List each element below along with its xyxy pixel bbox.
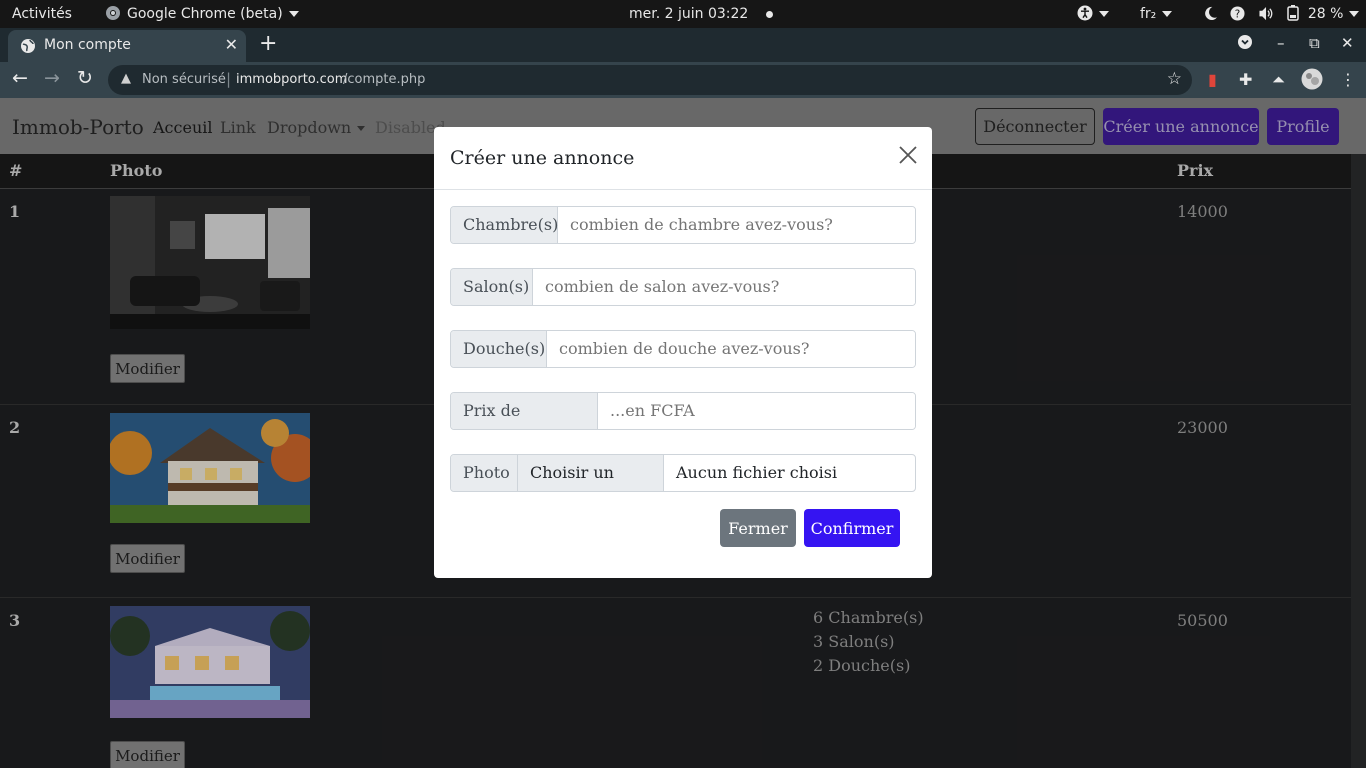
chevron-down-icon <box>1099 11 1109 17</box>
tab-search-icon[interactable] <box>1237 34 1253 54</box>
tab-mon-compte[interactable]: Mon compte ✕ <box>8 30 246 62</box>
tab-strip: Mon compte ✕ <box>0 28 1366 62</box>
close-icon[interactable] <box>898 145 918 165</box>
keyboard-layout-menu[interactable]: fr₂ <box>1140 0 1173 28</box>
chevron-down-icon <box>288 11 299 17</box>
rent-price-input-group: Prix de location : <box>450 392 916 430</box>
living-rooms-label: Salon(s) <box>451 269 533 305</box>
photo-input-group: Photo Choisir un fichier Aucun fichier c… <box>450 454 916 492</box>
clock[interactable]: mer. 2 juin 03:22 <box>629 0 774 28</box>
living-rooms-input-group: Salon(s) <box>450 268 916 306</box>
security-label[interactable]: Non sécurisé <box>142 72 226 87</box>
accessibility-menu[interactable] <box>1077 0 1109 28</box>
app-name: Google Chrome (beta) <box>127 6 283 22</box>
close-button[interactable]: Fermer <box>720 509 796 547</box>
keyboard-layout: fr₂ <box>1140 6 1157 22</box>
close-window-icon[interactable]: ✕ <box>1341 34 1354 52</box>
app-menu[interactable]: Google Chrome (beta) <box>105 0 299 28</box>
bedrooms-label: Chambre(s) <box>451 207 558 243</box>
page-content: Immob-Porto Acceuil Link Dropdown Disabl… <box>0 98 1366 768</box>
night-light-icon <box>1205 6 1218 21</box>
puzzle-extensions-icon[interactable]: ✚ <box>1239 70 1252 89</box>
new-tab-button[interactable]: + <box>259 31 277 56</box>
confirm-button[interactable]: Confirmer <box>804 509 900 547</box>
notification-dot-icon <box>766 10 774 18</box>
showers-input-group: Douche(s) <box>450 330 916 368</box>
modal-title: Créer une annonce <box>450 147 635 169</box>
minimize-icon[interactable]: – <box>1277 34 1285 52</box>
status-menu[interactable]: ? 28 % <box>1203 0 1360 28</box>
divider: | <box>226 70 232 88</box>
rent-price-label: Prix de location : <box>451 393 598 429</box>
labs-flask-icon[interactable]: ⏶ <box>1272 70 1285 90</box>
choose-file-button[interactable]: Choisir un fichier <box>518 455 664 491</box>
activities-button[interactable]: Activités <box>12 0 72 28</box>
back-icon[interactable]: ← <box>12 67 28 89</box>
svg-text:?: ? <box>1235 8 1240 20</box>
warning-icon[interactable]: ▲ <box>121 71 131 86</box>
datetime: mer. 2 juin 03:22 <box>629 6 749 22</box>
url-host: immobporto.com <box>236 72 348 87</box>
living-rooms-input[interactable] <box>533 269 915 305</box>
photo-label: Photo <box>451 455 518 491</box>
bookmark-star-icon[interactable]: ☆ <box>1167 69 1182 89</box>
close-tab-icon[interactable]: ✕ <box>225 35 238 54</box>
accessibility-icon <box>1077 5 1093 21</box>
volume-icon <box>1259 6 1273 21</box>
url-path: /compte.php <box>343 72 426 87</box>
showers-input[interactable] <box>547 331 915 367</box>
file-status: Aucun fichier choisi <box>676 463 838 482</box>
browser-toolbar: ← → ↻ ▲ Non sécurisé | immobporto.com /c… <box>0 62 1366 98</box>
restore-icon[interactable]: ⧉ <box>1309 34 1320 52</box>
create-listing-modal: Créer une annonce Chambre(s) Salon(s) Do… <box>434 127 932 578</box>
modal-header: Créer une annonce <box>434 127 932 190</box>
globe-icon <box>21 39 35 53</box>
reload-icon[interactable]: ↻ <box>77 67 93 89</box>
address-bar[interactable]: ▲ Non sécurisé | immobporto.com /compte.… <box>108 65 1192 95</box>
extension-red-icon[interactable]: ▮ <box>1208 70 1217 89</box>
showers-label: Douche(s) <box>451 331 547 367</box>
chevron-down-icon <box>1162 11 1173 17</box>
tab-title: Mon compte <box>44 37 131 53</box>
chrome-icon <box>106 6 120 20</box>
battery-level: 28 % <box>1307 6 1344 22</box>
avatar[interactable] <box>1301 68 1323 94</box>
battery-icon <box>1287 5 1300 21</box>
system-top-bar: Activités Google Chrome (beta) mer. 2 ju… <box>0 0 1366 28</box>
bedrooms-input-group: Chambre(s) <box>450 206 916 244</box>
bedrooms-input[interactable] <box>558 207 915 243</box>
rent-price-input[interactable] <box>598 393 915 429</box>
forward-icon[interactable]: → <box>44 67 60 89</box>
chevron-down-icon <box>1349 11 1360 17</box>
more-menu-icon[interactable]: ⋮ <box>1340 70 1356 89</box>
help-icon: ? <box>1230 6 1245 21</box>
